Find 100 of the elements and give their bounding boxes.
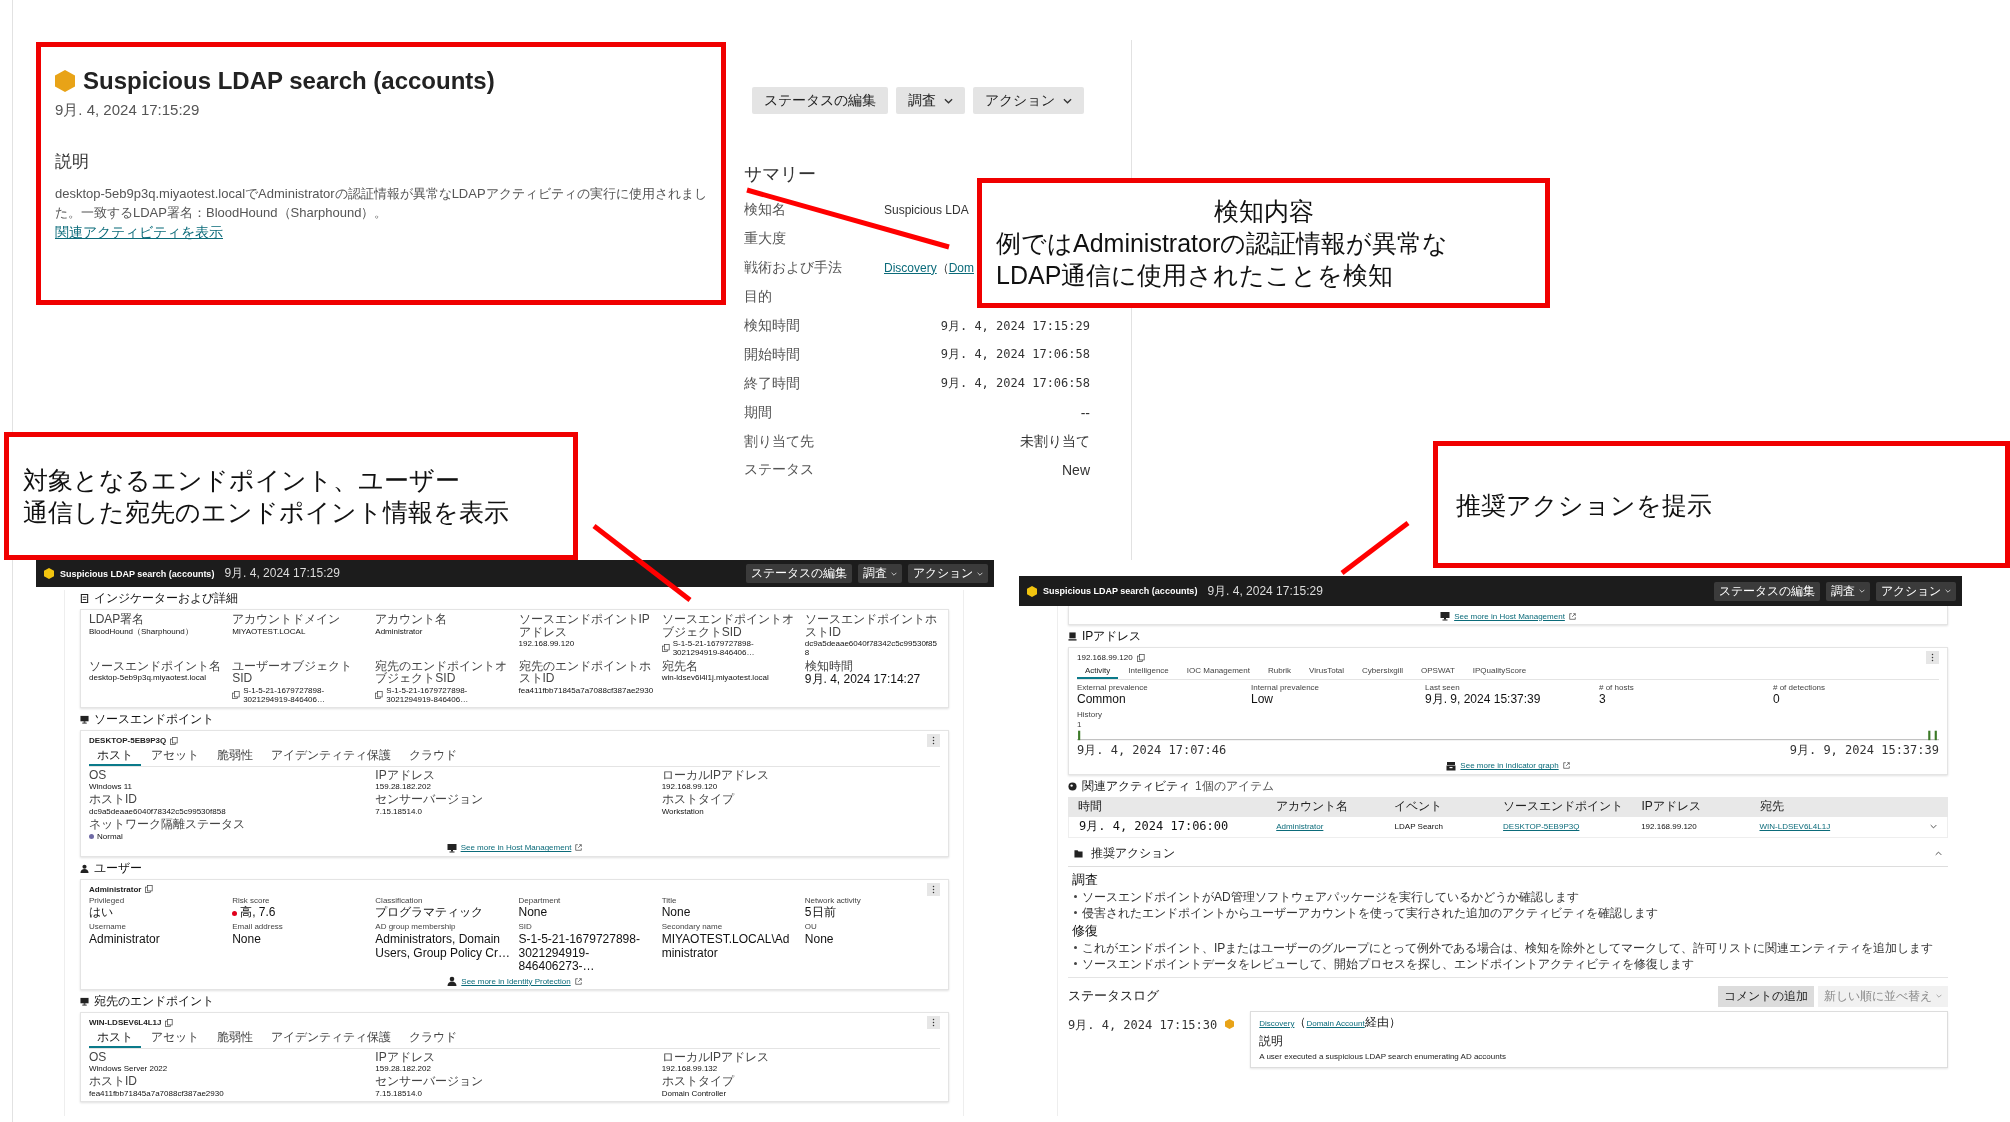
- action-button[interactable]: 調査: [896, 87, 965, 114]
- field-label: IPアドレス: [375, 768, 436, 782]
- hexagon-icon: [1225, 1019, 1235, 1029]
- action-button[interactable]: アクション: [908, 564, 988, 583]
- field-value: プログラマティック: [375, 906, 484, 921]
- folder-icon: [1074, 849, 1083, 858]
- copy-icon[interactable]: [170, 736, 179, 745]
- field-value: 159.28.182.202: [375, 782, 431, 792]
- field-value: はい: [89, 906, 113, 921]
- bullet-icon: [1074, 962, 1077, 966]
- field-value: 192.168.99.120: [518, 639, 575, 649]
- copy-icon[interactable]: [165, 1018, 174, 1027]
- table-link[interactable]: WIN-LDSEV6L4L1J: [1759, 822, 1831, 832]
- host-management-link[interactable]: See more in Host Management: [460, 843, 572, 853]
- field-label: ホストタイプ: [661, 793, 736, 806]
- summary-label: 開始時間: [744, 345, 801, 364]
- tactic-link[interactable]: Discovery: [1259, 1019, 1295, 1028]
- tab[interactable]: 脆弱性: [209, 1030, 261, 1048]
- log-text: A user executed a suspicious LDAP search enumerating AD accounts: [1259, 1052, 1507, 1061]
- tab[interactable]: 脆弱性: [209, 748, 261, 766]
- tab[interactable]: IOC Management: [1178, 665, 1258, 679]
- tab[interactable]: OPSWAT: [1413, 665, 1463, 679]
- table-link[interactable]: DESKTOP-5EB9P3Q: [1503, 822, 1580, 832]
- identity-protection-link[interactable]: See more in Identity Protection: [461, 976, 571, 986]
- field-value: Common: [1077, 693, 1126, 707]
- ip-address: 192.168.99.120: [1077, 653, 1133, 662]
- field-value: Windows Server 2022: [89, 1064, 168, 1074]
- punctuation: 経由）: [1364, 1014, 1401, 1031]
- copy-icon[interactable]: [661, 644, 670, 653]
- callout-text: 例ではAdministratorの認証情報が異常な LDAP通信に使用されたことを検知: [996, 228, 1450, 291]
- field-value: Windows 11: [89, 782, 132, 792]
- table-row[interactable]: 9月. 4, 2024 17:06:00 Administrator LDAP Search DESKTOP-5EB9P3Q 192.168.99.120 WIN-LDSEV6L4L1J: [1068, 817, 1948, 838]
- log-button[interactable]: コメントの追加: [1718, 986, 1814, 1007]
- tab[interactable]: アイデンティティ保護: [263, 748, 399, 766]
- header-title: Suspicious LDAP search (accounts): [60, 568, 215, 579]
- indicator-graph-link[interactable]: See more in indicator graph: [1460, 761, 1559, 771]
- field-label: Email address: [232, 922, 284, 932]
- summary-title: サマリー: [744, 163, 817, 186]
- tab[interactable]: ホスト: [89, 1030, 141, 1048]
- field-value: 3: [1599, 693, 1606, 707]
- tab[interactable]: アセット: [143, 748, 207, 766]
- tab[interactable]: VirusTotal: [1301, 665, 1353, 679]
- field-label: 宛先のエンドポイントオブジェクトSID: [375, 659, 509, 685]
- tab[interactable]: クラウド: [401, 748, 465, 766]
- table-cell-text: LDAP Search: [1394, 822, 1444, 832]
- tactic-link[interactable]: Domain Account: [1306, 1019, 1365, 1028]
- tab[interactable]: ホスト: [89, 748, 141, 766]
- field-value: 9月. 9, 2024 15:37:39: [1425, 693, 1541, 707]
- field-label: Internal prevalence: [1251, 682, 1321, 693]
- chevron-icon[interactable]: [1930, 824, 1937, 830]
- server-icon: [1068, 632, 1077, 641]
- globe-icon: [1068, 782, 1077, 791]
- action-text: ソースエンドポイントがAD管理ソフトウェアパッケージを実行しているかどうか確認します: [1082, 889, 1579, 905]
- external-link-icon: [1568, 612, 1576, 620]
- host-management-link[interactable]: See more in Host Management: [1454, 611, 1565, 621]
- copy-icon[interactable]: [375, 690, 384, 699]
- section-header[interactable]: 推奨アクション: [1068, 841, 1948, 867]
- related-activity-link[interactable]: 関連アクティビティを表示: [55, 223, 223, 240]
- field-label: AD group membership: [375, 922, 457, 932]
- section-title: ユーザー: [94, 859, 142, 877]
- chevron-icon[interactable]: [1935, 851, 1942, 856]
- description-heading: 説明: [55, 151, 90, 173]
- action-button[interactable]: 調査: [858, 564, 902, 583]
- tab[interactable]: アイデンティティ保護: [263, 1030, 399, 1048]
- field-label: アカウント名: [375, 613, 449, 626]
- action-button[interactable]: ステータスの編集: [746, 564, 852, 583]
- field-value: S-1-5-21-1679727898-3021294919-846406273-…: [518, 932, 641, 975]
- field-value: None: [518, 906, 548, 921]
- action-button[interactable]: ステータスの編集: [1714, 581, 1820, 601]
- action-button[interactable]: ステータスの編集: [752, 87, 888, 114]
- copy-icon[interactable]: [145, 885, 154, 894]
- alert-time: 9月. 4, 2024 17:15:29: [55, 101, 201, 120]
- summary-value: Suspicious LDA: [884, 203, 970, 218]
- tab[interactable]: アセット: [143, 1030, 207, 1048]
- tactic-link[interactable]: Dom: [948, 260, 975, 275]
- action-button[interactable]: アクション: [973, 87, 1084, 114]
- field-value: MIYAOTEST.LOCAL\Administrator: [661, 932, 791, 961]
- action-button[interactable]: アクション: [1876, 581, 1956, 601]
- description-text: desktop-5eb9p3q.miyaotest.localでAdministratorの認証情報が異常なLDAPアクティビティの実行に使用されました。一致するLDAP署名：BloodHound（Sharphound）。: [55, 185, 707, 222]
- field-value: desktop-5eb9p3q.miyaotest.local: [89, 673, 206, 683]
- action-button[interactable]: 調査: [1826, 581, 1870, 601]
- summary-label: 目的: [744, 288, 773, 307]
- tab[interactable]: Intelligence: [1120, 665, 1177, 679]
- field-label: Secondary name: [661, 922, 724, 932]
- field-label: ソースエンドポイントオブジェクトSID: [661, 613, 795, 639]
- field-label: SID: [518, 922, 533, 932]
- copy-icon[interactable]: [1136, 653, 1145, 662]
- copy-icon[interactable]: [232, 690, 241, 699]
- tactic-link[interactable]: Discovery: [884, 260, 937, 275]
- tab[interactable]: Rubrik: [1259, 665, 1300, 679]
- tab[interactable]: Cybersixgill: [1354, 665, 1411, 679]
- summary-value: 9月. 4, 2024 17:15:29: [939, 317, 1090, 335]
- external-link-icon: [574, 977, 582, 985]
- field-label: Risk score: [232, 895, 271, 906]
- header-title: Suspicious LDAP search (accounts): [1043, 586, 1198, 596]
- tab[interactable]: IPQualityScore: [1464, 665, 1535, 679]
- tab[interactable]: クラウド: [401, 1030, 465, 1048]
- table-link[interactable]: Administrator: [1276, 822, 1324, 832]
- punctuation: （: [936, 260, 949, 275]
- tab[interactable]: Activity: [1077, 665, 1119, 679]
